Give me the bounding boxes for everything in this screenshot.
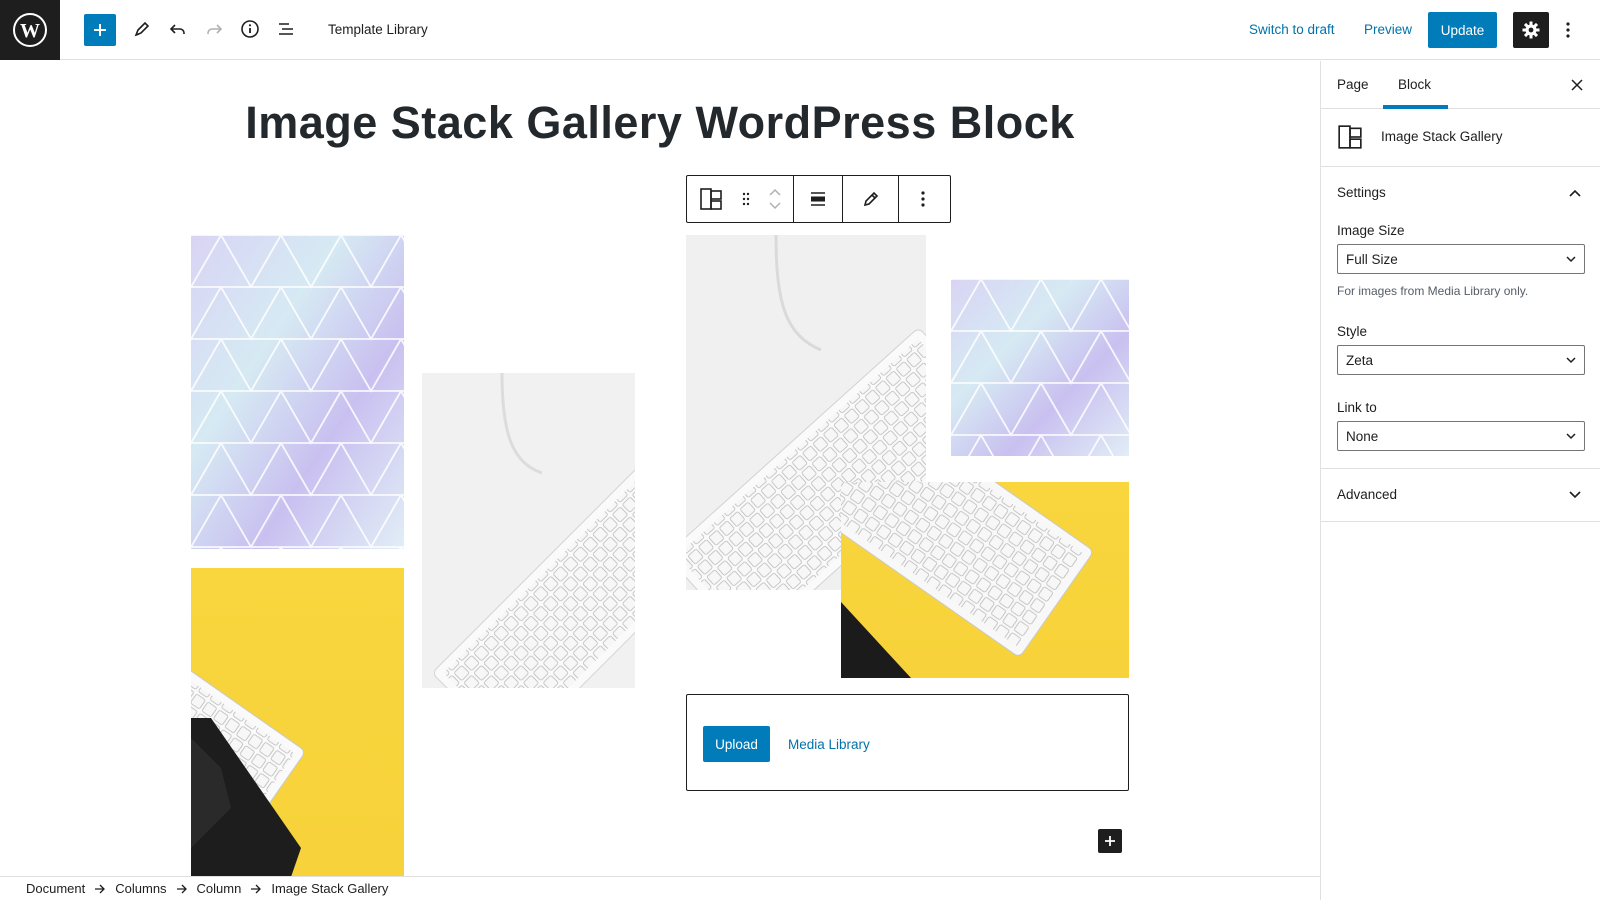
align-button[interactable] (794, 176, 842, 222)
block-type-group (687, 176, 794, 222)
gallery-image-keyboard-yellow-2[interactable] (841, 482, 1129, 678)
redo-icon (207, 24, 223, 34)
breadcrumb-column[interactable]: Column (197, 881, 242, 896)
more-options-button[interactable] (1556, 12, 1580, 48)
link-to-value: None (1346, 429, 1379, 444)
editor-canvas: Image Stack Gallery WordPress Block Uplo… (0, 61, 1320, 877)
tools-button[interactable] (125, 12, 159, 46)
gallery-block-icon (700, 188, 722, 210)
vertical-ellipsis-icon (921, 191, 925, 207)
image-size-label: Image Size (1337, 223, 1405, 238)
vertical-ellipsis-icon (1566, 22, 1570, 38)
image-size-select[interactable]: Full Size (1337, 244, 1585, 274)
upload-button[interactable]: Upload (703, 726, 770, 762)
block-type-button[interactable] (687, 176, 735, 222)
link-to-label: Link to (1337, 400, 1377, 415)
settings-toggle-button[interactable] (1513, 12, 1549, 48)
list-view-button[interactable] (269, 12, 303, 46)
list-view-icon (279, 23, 293, 35)
breadcrumb-document[interactable]: Document (26, 881, 85, 896)
settings-panel-toggle[interactable]: Settings (1321, 167, 1600, 219)
close-sidebar-button[interactable] (1565, 73, 1589, 97)
chevron-down-icon (769, 202, 781, 210)
chevron-down-icon (1566, 256, 1576, 263)
block-card-title: Image Stack Gallery (1381, 129, 1503, 144)
preview-button[interactable]: Preview (1364, 22, 1412, 37)
undo-icon (169, 24, 185, 34)
style-value: Zeta (1346, 353, 1374, 368)
gear-icon (1522, 21, 1540, 39)
link-to-select[interactable]: None (1337, 421, 1585, 451)
arrow-right-icon (176, 884, 188, 894)
block-options-button[interactable] (899, 176, 947, 222)
settings-panel-title: Settings (1337, 185, 1386, 200)
options-group (899, 176, 947, 222)
breadcrumb-image-stack-gallery[interactable]: Image Stack Gallery (271, 881, 388, 896)
document-title[interactable]: Template Library (328, 22, 428, 37)
chevron-up-icon (769, 188, 781, 196)
page-title[interactable]: Image Stack Gallery WordPress Block (0, 97, 1320, 149)
chevron-up-icon (1565, 183, 1585, 203)
block-toolbar (686, 175, 951, 223)
update-button[interactable]: Update (1428, 12, 1497, 48)
add-block-button[interactable] (84, 14, 116, 46)
arrow-right-icon (94, 884, 106, 894)
advanced-panel: Advanced (1321, 469, 1600, 522)
sidebar-tabs: Page Block (1321, 61, 1600, 109)
settings-panel: Settings Image Size Full Size For images… (1321, 167, 1600, 469)
block-breadcrumb: Document Columns Column Image Stack Gall… (0, 876, 1320, 900)
style-select[interactable]: Zeta (1337, 345, 1585, 375)
gallery-image-holographic[interactable] (191, 235, 404, 549)
media-library-button[interactable]: Media Library (788, 737, 870, 752)
wordpress-logo-icon[interactable]: W (0, 0, 60, 60)
drag-handle-icon (742, 192, 750, 206)
block-inserter-button[interactable] (1098, 829, 1122, 853)
close-icon (1571, 79, 1583, 91)
switch-to-draft-button[interactable]: Switch to draft (1249, 22, 1335, 37)
tab-page[interactable]: Page (1337, 77, 1369, 92)
align-group (794, 176, 843, 222)
image-size-value: Full Size (1346, 252, 1398, 267)
gallery-block-icon (1337, 124, 1363, 150)
undo-button[interactable] (161, 12, 195, 46)
redo-button[interactable] (197, 12, 231, 46)
chevron-down-icon (1566, 433, 1576, 440)
plus-icon (94, 24, 106, 36)
edit-gallery-button[interactable] (843, 176, 898, 222)
chevron-down-icon (1566, 357, 1576, 364)
style-label: Style (1337, 324, 1368, 339)
upload-placeholder: Upload Media Library (686, 694, 1129, 791)
image-size-help: For images from Media Library only. (1337, 284, 1529, 298)
plus-icon (1105, 836, 1115, 846)
advanced-panel-title: Advanced (1337, 487, 1398, 502)
align-wide-icon (811, 192, 825, 206)
tab-block[interactable]: Block (1398, 77, 1431, 92)
advanced-panel-toggle[interactable]: Advanced (1321, 469, 1600, 521)
arrow-right-icon (250, 884, 262, 894)
breadcrumb-columns[interactable]: Columns (115, 881, 166, 896)
info-icon (241, 20, 259, 38)
move-buttons[interactable] (757, 176, 793, 222)
drag-handle[interactable] (735, 176, 757, 222)
svg-text:W: W (20, 20, 40, 42)
pencil-icon (134, 21, 150, 37)
edit-group (843, 176, 899, 222)
gallery-image-holographic-2[interactable] (951, 279, 1129, 456)
settings-sidebar: Page Block Image Stack Gallery Settings … (1320, 61, 1600, 900)
chevron-down-icon (1565, 485, 1585, 505)
editor-header: W Template Library Switch to draft Previ… (0, 0, 1600, 60)
block-card: Image Stack Gallery (1321, 109, 1600, 167)
details-button[interactable] (233, 12, 267, 46)
gallery-image-keyboard-yellow[interactable] (191, 568, 404, 877)
gallery-image-keyboard-white[interactable] (422, 373, 635, 688)
pencil-icon (863, 191, 878, 207)
